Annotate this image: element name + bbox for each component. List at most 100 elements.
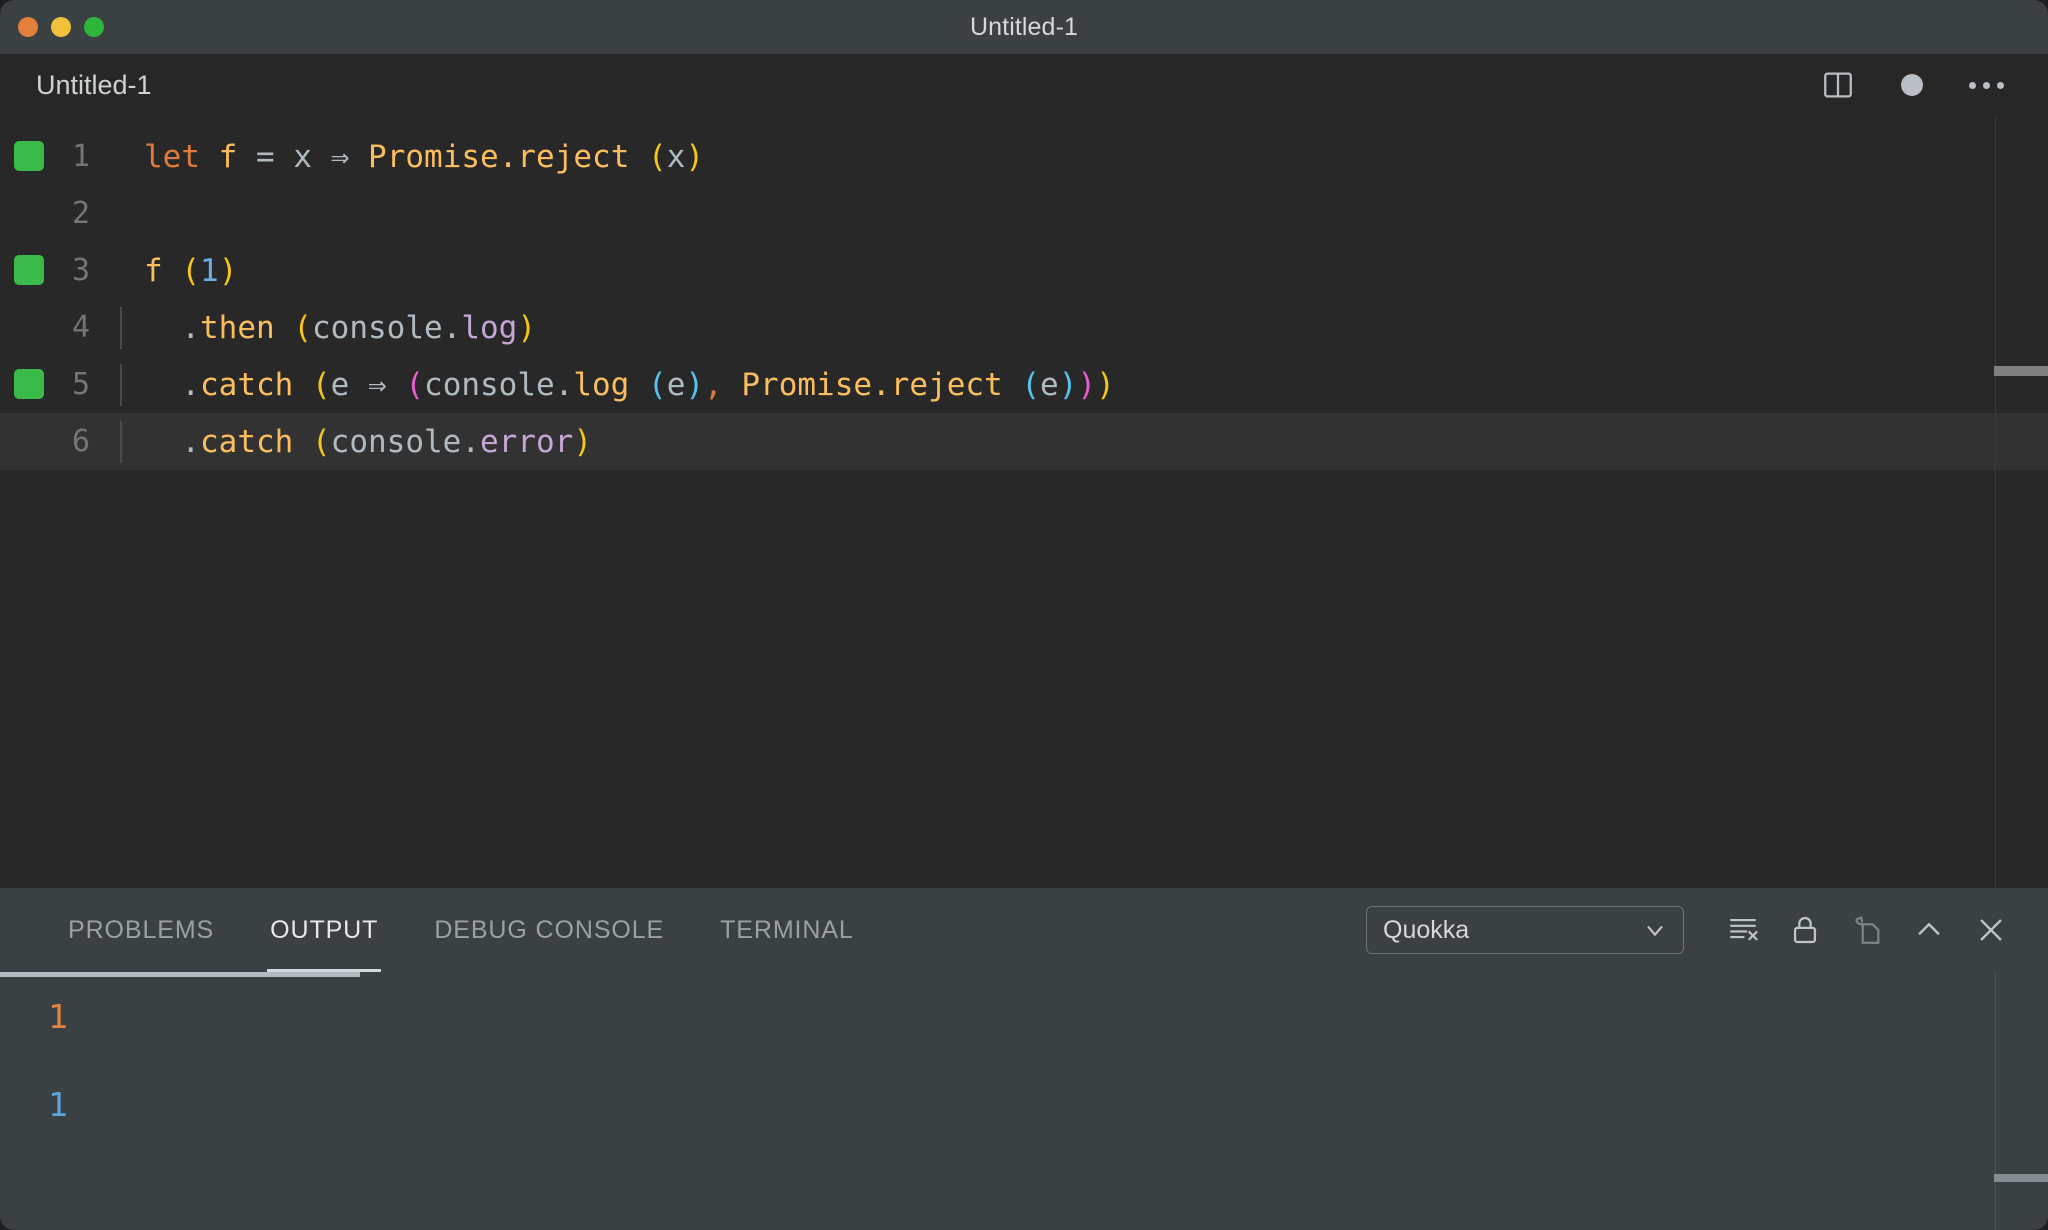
code-token: let <box>144 139 200 175</box>
code-token: ( <box>648 367 667 403</box>
code-token: reject <box>891 367 1003 403</box>
code-token: f <box>144 253 163 289</box>
code-token: log <box>573 367 629 403</box>
panel-tab-output[interactable]: OUTPUT <box>242 888 406 972</box>
close-window-button[interactable] <box>18 17 38 37</box>
more-actions-icon[interactable] <box>1966 65 2006 105</box>
coverage-indicator-icon <box>14 369 44 399</box>
unsaved-dot-icon[interactable] <box>1892 65 1932 105</box>
indent-guide <box>120 364 122 406</box>
output-line: 1 <box>0 972 2048 1060</box>
code-token: x <box>667 139 686 175</box>
panel-toolbar: Quokka <box>1366 899 2022 961</box>
code-token: ⇒ <box>331 139 350 175</box>
code-token: catch <box>200 424 293 460</box>
code-token <box>237 139 256 175</box>
maximize-window-button[interactable] <box>84 17 104 37</box>
coverage-indicator-icon <box>14 141 44 171</box>
code-token: ( <box>312 367 331 403</box>
split-editor-icon[interactable] <box>1818 65 1858 105</box>
editor-horizontal-scrollbar[interactable] <box>1994 366 2048 376</box>
code-token: ( <box>405 367 424 403</box>
window-title: Untitled-1 <box>0 13 2048 42</box>
output-line: 1 <box>0 1060 2048 1148</box>
code-token: error <box>480 424 573 460</box>
output-vertical-scrollbar[interactable] <box>1994 1174 2048 1182</box>
code-token <box>275 139 294 175</box>
code-token: ( <box>181 253 200 289</box>
clear-output-icon[interactable] <box>1712 899 1774 961</box>
code-token <box>144 310 181 346</box>
code-token <box>349 139 368 175</box>
code-token: ( <box>312 424 331 460</box>
panel-tab-debug-console[interactable]: DEBUG CONSOLE <box>406 888 692 972</box>
code-line[interactable]: 5 .catch (e ⇒ (console.log (e), Promise.… <box>0 356 2048 413</box>
code-token <box>387 367 406 403</box>
indent-guide <box>120 307 122 349</box>
code-token <box>293 367 312 403</box>
code-token <box>275 310 294 346</box>
code-token: ) <box>1077 367 1096 403</box>
code-token: ( <box>293 310 312 346</box>
editor-tab-label: Untitled-1 <box>36 70 152 101</box>
code-editor[interactable]: 1let f = x ⇒ Promise.reject (x)23f (1)4 … <box>0 116 2048 888</box>
code-token: log <box>461 310 517 346</box>
code-token: , <box>704 367 723 403</box>
editor-tab-untitled-1[interactable]: Untitled-1 <box>0 54 182 116</box>
output-channel-select[interactable]: Quokka <box>1366 906 1684 954</box>
code-token: ( <box>1021 367 1040 403</box>
code-token: ) <box>573 424 592 460</box>
code-line[interactable]: 6 .catch (console.error) <box>0 413 2048 470</box>
code-text: .catch (console.error) <box>120 424 592 460</box>
code-token: Promise <box>368 139 499 175</box>
code-token <box>723 367 742 403</box>
editor-tab-actions <box>1818 65 2020 105</box>
code-token: . <box>443 310 462 346</box>
code-text: f (1) <box>120 253 237 289</box>
code-token: ) <box>685 139 704 175</box>
code-token <box>349 367 368 403</box>
code-token: reject <box>517 139 629 175</box>
chevron-down-icon <box>1641 916 1669 944</box>
code-token: . <box>181 424 200 460</box>
code-text: let f = x ⇒ Promise.reject (x) <box>120 139 704 175</box>
vscode-window: Untitled-1 Untitled-1 1let f = x ⇒ Promi… <box>0 0 2048 1230</box>
code-token: . <box>181 310 200 346</box>
output-channel-value: Quokka <box>1383 916 1469 945</box>
close-panel-icon[interactable] <box>1960 899 2022 961</box>
code-token <box>629 139 648 175</box>
output-lines-container: 11 <box>0 972 2048 1148</box>
indent-guide <box>120 421 122 463</box>
code-token: e <box>667 367 686 403</box>
code-token: . <box>555 367 574 403</box>
minimize-window-button[interactable] <box>51 17 71 37</box>
code-line[interactable]: 2 <box>0 185 2048 242</box>
panel-tabs: PROBLEMSOUTPUTDEBUG CONSOLETERMINAL <box>40 888 882 972</box>
code-token <box>200 139 219 175</box>
output-horizontal-scrollbar[interactable] <box>0 972 360 977</box>
editor-minimap-divider <box>1995 116 1996 888</box>
code-token: ) <box>219 253 238 289</box>
code-token: 1 <box>200 253 219 289</box>
code-text: .then (console.log) <box>120 310 536 346</box>
code-token: ) <box>517 310 536 346</box>
lock-scroll-icon[interactable] <box>1774 899 1836 961</box>
code-token: console <box>424 367 555 403</box>
collapse-panel-icon[interactable] <box>1898 899 1960 961</box>
code-token: ) <box>685 367 704 403</box>
code-token: ) <box>1096 367 1115 403</box>
code-token: . <box>461 424 480 460</box>
panel-tab-problems[interactable]: PROBLEMS <box>40 888 242 972</box>
code-line[interactable]: 4 .then (console.log) <box>0 299 2048 356</box>
code-token: = <box>256 139 275 175</box>
code-line[interactable]: 3f (1) <box>0 242 2048 299</box>
open-in-editor-icon[interactable] <box>1836 899 1898 961</box>
code-line[interactable]: 1let f = x ⇒ Promise.reject (x) <box>0 128 2048 185</box>
output-panel-body[interactable]: 11 <box>0 972 2048 1230</box>
code-token: e <box>1040 367 1059 403</box>
code-token <box>293 424 312 460</box>
code-token: Promise <box>741 367 872 403</box>
panel-tab-terminal[interactable]: TERMINAL <box>692 888 882 972</box>
code-token: then <box>200 310 275 346</box>
coverage-indicator-icon <box>14 255 44 285</box>
